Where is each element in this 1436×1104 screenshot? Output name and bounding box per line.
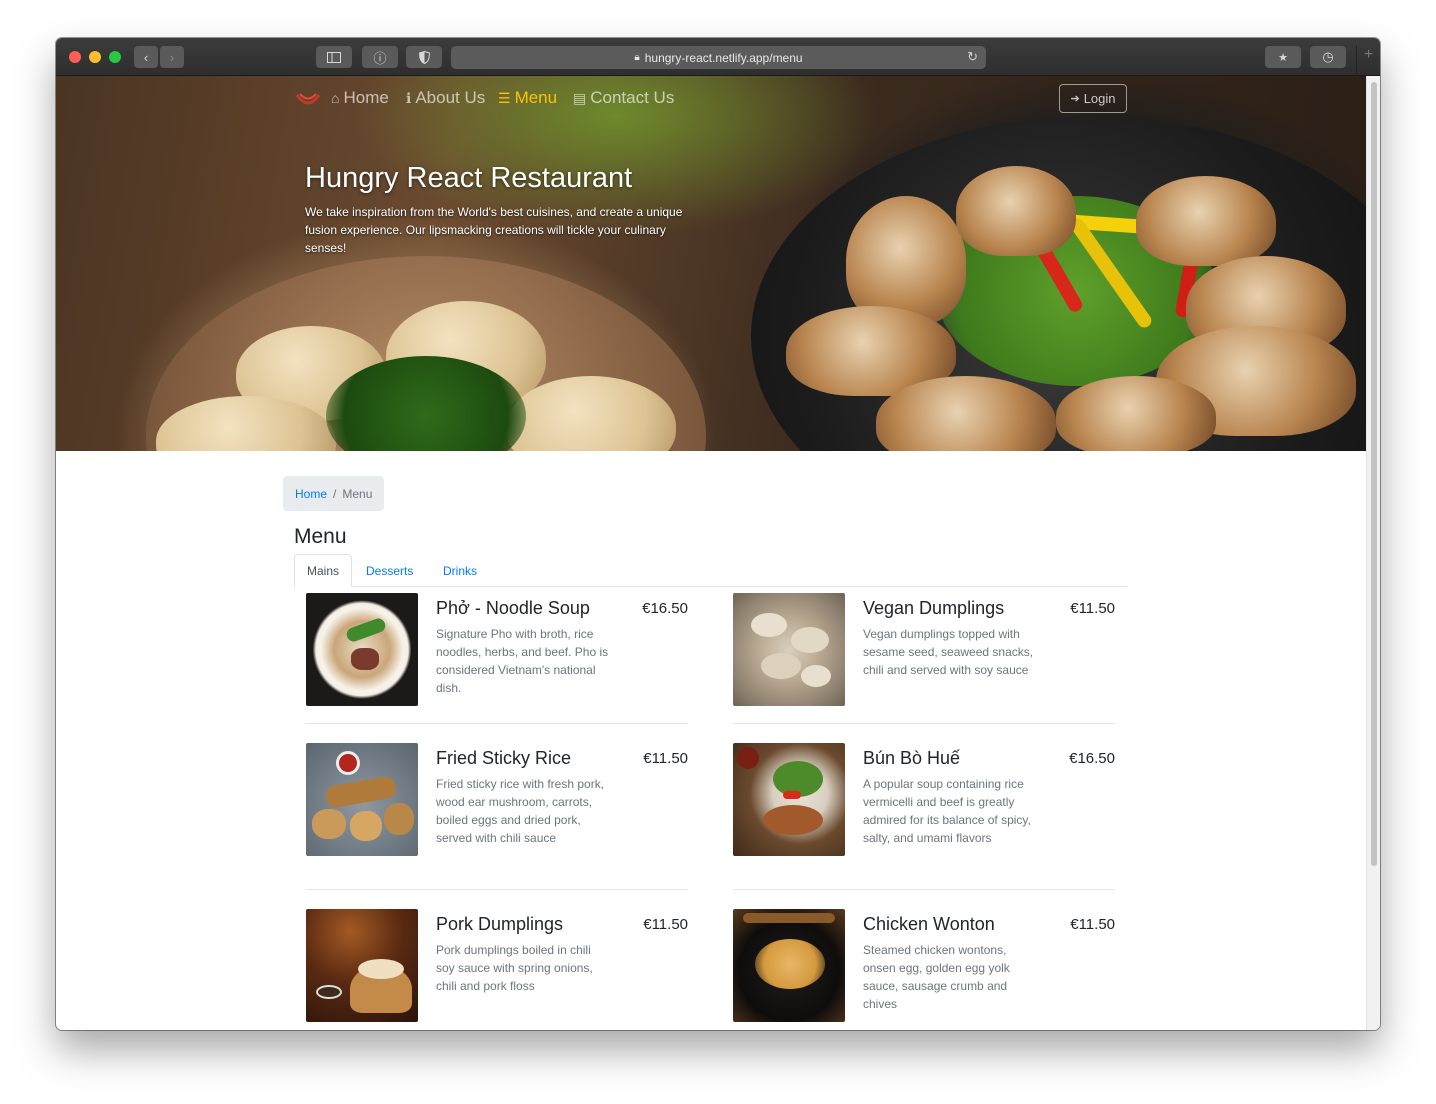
star-icon: ★ [1278, 51, 1288, 64]
tab-desserts[interactable]: Desserts [354, 554, 425, 587]
browser-window: ‹ › ⓘ 🔒︎ hungry-react.netlify.app/menu ↻… [56, 38, 1380, 1030]
shield-icon [418, 50, 430, 64]
nav-about-us-label: About Us [415, 88, 486, 107]
info-icon: ⓘ [373, 50, 387, 66]
sign-in-icon: ➔ [1070, 93, 1080, 105]
sidebar-toggle-button[interactable] [316, 46, 352, 68]
item-divider [306, 723, 688, 724]
item-price: €11.50 [1070, 916, 1115, 933]
item-divider [733, 889, 1115, 890]
vegan-dumplings-image [733, 593, 845, 706]
lock-icon: 🔒︎ [634, 52, 640, 63]
breadcrumb-current: Menu [342, 486, 373, 501]
gyoza-image [1136, 176, 1276, 266]
item-description: A popular soup containing rice vermicell… [863, 777, 1031, 845]
menu-item[interactable]: Phở - Noodle Soup €16.50 Signature Pho w… [306, 593, 688, 723]
page-viewport: ⌂ Home ℹ About Us ☰ Menu ▤ Contact Us ➔ [56, 76, 1366, 1030]
item-name: Chicken Wonton [863, 914, 995, 934]
menu-item[interactable]: Bún Bò Huế €16.50 A popular soup contain… [733, 743, 1115, 889]
item-price: €16.50 [1069, 750, 1115, 767]
menu-item[interactable]: Fried Sticky Rice €11.50 Fried sticky ri… [306, 743, 688, 889]
reload-icon[interactable]: ↻ [967, 49, 978, 65]
item-name: Fried Sticky Rice [436, 748, 572, 768]
gyoza-image [956, 166, 1076, 256]
scrollbar-thumb[interactable] [1371, 82, 1377, 866]
forward-button[interactable]: › [160, 46, 184, 68]
fried-sticky-rice-image [306, 743, 418, 856]
info-icon: ℹ [406, 89, 412, 106]
nav-menu-label: Menu [514, 88, 558, 107]
item-price: €11.50 [643, 750, 688, 767]
item-divider [733, 723, 1115, 724]
address-bar-url: hungry-react.netlify.app/menu [644, 50, 803, 65]
tab-mains[interactable]: Mains [294, 554, 353, 587]
nav-home[interactable]: ⌂ Home [331, 88, 389, 108]
zoom-window-button[interactable] [109, 51, 121, 63]
back-button[interactable]: ‹ [134, 46, 158, 68]
nav-home-label: Home [343, 88, 389, 107]
menu-item[interactable]: Pork Dumplings €11.50 Pork dumplings boi… [306, 909, 688, 1029]
plus-icon: + [1363, 46, 1374, 63]
page-info-button[interactable]: ⓘ [362, 46, 398, 68]
pork-dumplings-image [306, 909, 418, 1022]
menu-item[interactable]: Chicken Wonton €11.50 Steamed chicken wo… [733, 909, 1115, 1029]
list-icon: ☰ [498, 89, 511, 106]
bookmarks-button[interactable]: ★ [1265, 46, 1301, 68]
new-tab-button[interactable]: + [1356, 46, 1380, 76]
breadcrumb-home-link[interactable]: Home [295, 487, 327, 501]
page-scrollbar[interactable] [1366, 76, 1380, 1030]
menu-tabs: Mains Desserts Drinks [294, 554, 1127, 587]
item-name: Pork Dumplings [436, 914, 564, 934]
address-bar[interactable]: 🔒︎ hungry-react.netlify.app/menu ↻ [451, 46, 986, 69]
navbar: ⌂ Home ℹ About Us ☰ Menu ▤ Contact Us ➔ [56, 76, 1366, 124]
nav-contact-us-label: Contact Us [590, 88, 675, 107]
nav-about-us[interactable]: ℹ About Us [406, 88, 485, 108]
minimize-window-button[interactable] [89, 51, 101, 63]
browser-toolbar: ‹ › ⓘ 🔒︎ hungry-react.netlify.app/menu ↻… [56, 38, 1380, 76]
gyoza-image [1056, 376, 1216, 451]
tab-drinks[interactable]: Drinks [431, 554, 489, 587]
breadcrumb-separator: / [333, 486, 337, 501]
clock-icon: ◷ [1322, 49, 1334, 64]
sidebar-icon [327, 51, 341, 63]
privacy-button[interactable] [406, 46, 442, 68]
item-price: €11.50 [643, 916, 688, 933]
hero-banner: ⌂ Home ℹ About Us ☰ Menu ▤ Contact Us ➔ [56, 76, 1366, 451]
close-window-button[interactable] [69, 51, 81, 63]
breadcrumb: Home / Menu [283, 476, 385, 511]
login-button[interactable]: ➔ Login [1059, 84, 1127, 113]
item-description: Vegan dumplings topped with sesame seed,… [863, 627, 1034, 677]
nav-contact-us[interactable]: ▤ Contact Us [573, 88, 674, 108]
page-title: Menu [294, 525, 347, 548]
chicken-wonton-image [733, 909, 845, 1022]
menu-item[interactable]: Vegan Dumplings €11.50 Vegan dumplings t… [733, 593, 1115, 723]
item-name: Bún Bò Huế [863, 748, 961, 768]
hero-title: Hungry React Restaurant [305, 162, 633, 194]
login-button-label: Login [1083, 91, 1116, 106]
item-price: €11.50 [1070, 600, 1115, 617]
item-description: Pork dumplings boiled in chili soy sauce… [436, 943, 593, 993]
nav-menu[interactable]: ☰ Menu [498, 88, 557, 108]
chevron-right-icon: › [169, 49, 175, 65]
history-button[interactable]: ◷ [1310, 46, 1346, 68]
bun-bo-hue-image [733, 743, 845, 856]
hero-text: We take inspiration from the World's bes… [305, 205, 683, 255]
pho-image [306, 593, 418, 706]
brand-logo[interactable] [295, 89, 321, 109]
home-icon: ⌂ [331, 90, 340, 106]
item-divider [306, 889, 688, 890]
item-price: €16.50 [642, 600, 688, 617]
chevron-left-icon: ‹ [143, 49, 149, 65]
item-name: Phở - Noodle Soup [436, 598, 590, 618]
item-description: Steamed chicken wontons, onsen egg, gold… [863, 943, 1010, 1011]
item-description: Fried sticky rice with fresh pork, wood … [436, 777, 605, 845]
item-description: Signature Pho with broth, rice noodles, … [436, 627, 609, 695]
address-card-icon: ▤ [573, 89, 587, 106]
item-name: Vegan Dumplings [863, 598, 1005, 618]
